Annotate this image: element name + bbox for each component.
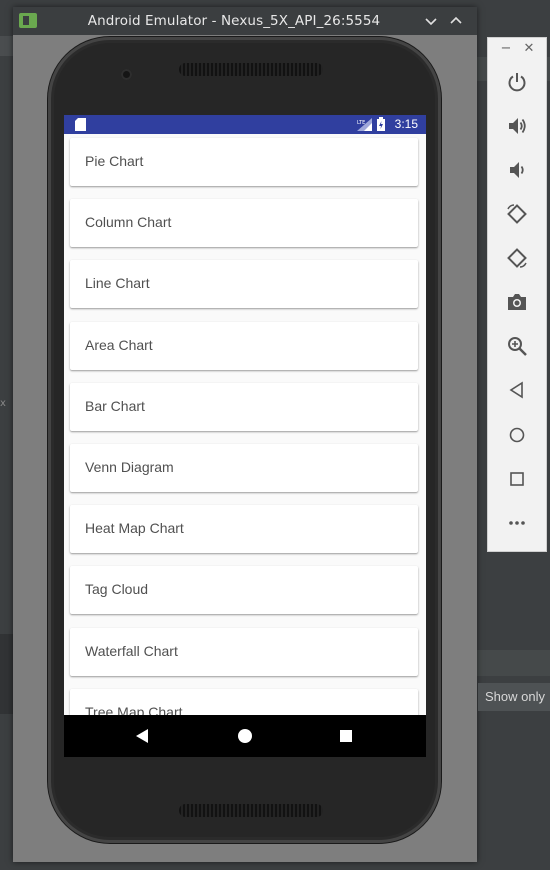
top-speaker [179, 63, 323, 76]
device-screen[interactable]: LTE 3:15 Pie Chart Column Chart Line Chart… [64, 115, 426, 757]
ide-x-marker: x [0, 398, 6, 409]
chevron-down-icon[interactable] [421, 11, 441, 31]
bottom-speaker [179, 804, 323, 817]
nav-home-icon[interactable] [234, 725, 256, 747]
power-icon[interactable] [504, 69, 530, 95]
lte-signal-icon: LTE [357, 118, 372, 131]
rotate-right-icon[interactable] [504, 245, 530, 271]
window-title: Android Emulator - Nexus_5X_API_26:5554 [87, 13, 381, 29]
chart-list-item-label: Pie Chart [85, 153, 144, 169]
toolbar-close-button[interactable]: ✕ [523, 42, 535, 56]
nav-back-icon[interactable] [132, 725, 154, 747]
chevron-up-icon[interactable] [446, 11, 466, 31]
toolbar-minimize-button[interactable]: − [500, 42, 512, 56]
chart-list-item-label: Line Chart [85, 275, 150, 292]
chart-list-item-label: Column Chart [85, 214, 172, 231]
emulator-window: Android Emulator - Nexus_5X_API_26:5554 … [13, 7, 477, 862]
ide-left-panel [0, 36, 13, 56]
chart-list-item-label: Waterfall Chart [85, 642, 178, 659]
chart-list-item-label: Area Chart [85, 336, 153, 353]
nav-overview-icon[interactable] [335, 725, 357, 747]
chart-list-item[interactable]: Heat Map Chart [70, 505, 418, 554]
volume-up-icon[interactable] [504, 113, 530, 139]
chart-list-item-label: Heat Map Chart [85, 520, 184, 537]
chart-list-item[interactable]: Tree Map Chart [70, 688, 418, 715]
lte-label: LTE [357, 120, 365, 126]
navigation-bar [64, 715, 426, 757]
chart-list-item-label: Tag Cloud [85, 581, 149, 598]
home-icon[interactable] [504, 422, 530, 448]
chart-list-item[interactable]: Venn Diagram [70, 444, 418, 492]
chart-list-item[interactable]: Line Chart [70, 260, 418, 309]
chart-list-item-label: Tree Map Chart [85, 703, 183, 715]
status-bar: LTE 3:15 [64, 115, 426, 134]
chart-list-item[interactable]: Waterfall Chart [70, 627, 418, 676]
chart-list-item[interactable]: Bar Chart [70, 382, 418, 431]
chart-list-item[interactable]: Column Chart [70, 199, 418, 248]
chart-list-item-label: Bar Chart [85, 397, 145, 414]
sd-card-icon [75, 118, 86, 131]
overview-icon[interactable] [504, 466, 530, 492]
volume-down-icon[interactable] [504, 157, 530, 183]
chart-list-item[interactable]: Area Chart [70, 321, 418, 370]
ide-right-band2 [477, 650, 550, 676]
chart-list-item[interactable]: Tag Cloud [70, 566, 418, 615]
status-time: 3:15 [394, 117, 418, 131]
rotate-left-icon[interactable] [504, 201, 530, 227]
ide-bottom-band [0, 634, 13, 714]
chart-list-item-label: Venn Diagram [85, 459, 174, 475]
chart-list-item[interactable]: Pie Chart [70, 138, 418, 186]
emulator-titlebar[interactable]: Android Emulator - Nexus_5X_API_26:5554 [13, 7, 477, 35]
emulator-side-toolbar: − ✕ [487, 37, 547, 552]
zoom-icon[interactable] [504, 333, 530, 359]
back-icon[interactable] [504, 377, 530, 403]
front-camera-icon [121, 69, 132, 80]
camera-icon[interactable] [504, 289, 530, 315]
chart-list[interactable]: Pie Chart Column Chart Line Chart Area Char… [64, 134, 426, 715]
show-only-button[interactable]: Show only [478, 683, 550, 711]
battery-charging-icon [377, 117, 385, 131]
more-icon[interactable] [504, 510, 530, 536]
